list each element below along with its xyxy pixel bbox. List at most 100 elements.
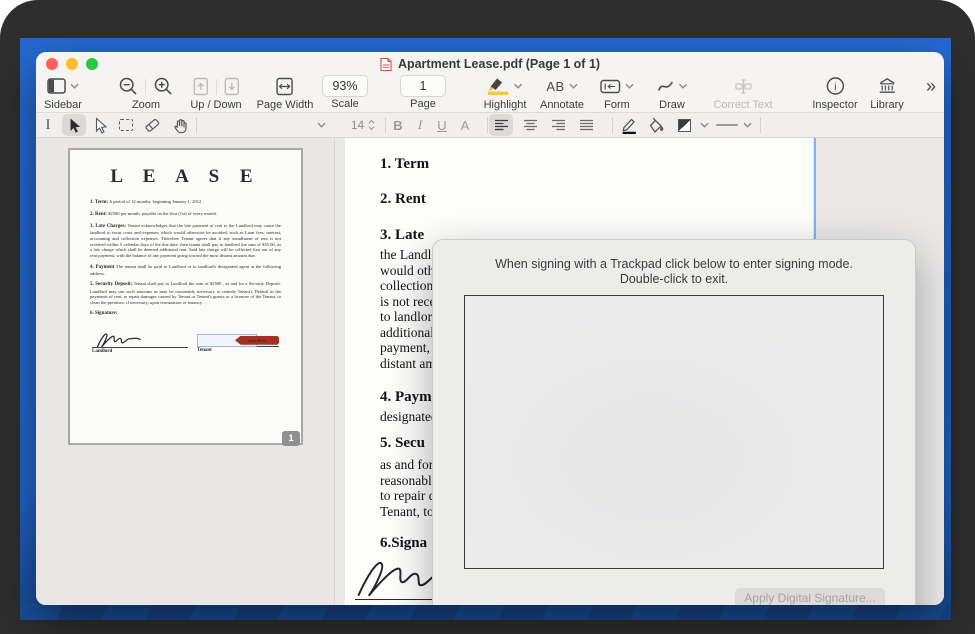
annotate-button[interactable]: AB Annotate xyxy=(540,74,584,111)
sidebar-label: Sidebar xyxy=(44,99,82,111)
thumb-tenant-field: Sign Here Tenant xyxy=(197,331,279,355)
scale-label: Scale xyxy=(322,98,368,110)
chevron-down-icon xyxy=(700,122,709,128)
align-right-icon xyxy=(551,119,566,131)
opacity-button[interactable] xyxy=(672,114,696,136)
correct-text-button[interactable]: Correct Text xyxy=(713,74,772,111)
correct-text-label: Correct Text xyxy=(713,99,772,111)
zoom-out-icon[interactable] xyxy=(118,76,139,97)
doc-heading-signature: 6.Signa xyxy=(380,535,427,552)
info-circle-icon: i xyxy=(825,76,845,96)
doc-line: is not rece xyxy=(380,294,435,310)
doc-heading-late: 3. Late xyxy=(380,227,424,244)
trackpad-signing-area[interactable] xyxy=(464,295,884,569)
thumb-sign-here-tag: Sign Here xyxy=(235,336,279,345)
thumb-item-3: 3. Late Charges: Tenant acknowledges tha… xyxy=(90,223,281,259)
doc-line: additional xyxy=(380,325,434,341)
zoom-group: Zoom xyxy=(118,74,174,111)
select-tool[interactable] xyxy=(62,114,86,136)
page-thumbnail[interactable]: L E A S E 1. Term: A period of 12 months… xyxy=(68,148,303,445)
stroke-style-dropdown[interactable] xyxy=(695,114,713,136)
italic-button[interactable]: I xyxy=(408,114,432,136)
signature-dialog: When signing with a Trackpad click below… xyxy=(432,239,916,605)
thumb-landlord-signature: Landlord xyxy=(92,331,188,355)
correct-text-icon xyxy=(733,78,753,95)
underline-button[interactable]: U xyxy=(430,114,454,136)
text-cursor-tool[interactable]: I xyxy=(36,114,60,136)
scale-field[interactable]: 93% xyxy=(322,75,368,97)
landlord-label: Landlord xyxy=(356,602,409,606)
thumbnail-sidebar: L E A S E 1. Term: A period of 12 months… xyxy=(36,138,335,605)
draw-label: Draw xyxy=(657,99,688,111)
eraser-tool[interactable] xyxy=(140,114,164,136)
highlighter-icon xyxy=(487,76,510,96)
thumb-page-number-badge: 1 xyxy=(282,431,300,446)
stepper-arrows-icon xyxy=(368,119,375,131)
form-label: Form xyxy=(600,99,634,111)
draw-button[interactable]: Draw xyxy=(657,74,688,111)
annotate-ab-icon: AB xyxy=(546,79,564,94)
zoom-in-icon[interactable] xyxy=(153,76,174,97)
hand-icon xyxy=(172,117,189,134)
inspector-button[interactable]: i Inspector xyxy=(812,74,857,111)
line-weight-icon xyxy=(716,124,738,127)
inspector-label: Inspector xyxy=(812,99,857,111)
page-width-label: Page Width xyxy=(257,99,314,111)
form-button[interactable]: Form xyxy=(600,74,634,111)
doc-line: to repair d xyxy=(380,488,435,504)
underline-icon: U xyxy=(437,118,446,133)
page-down-icon[interactable] xyxy=(223,77,240,96)
text-color-button[interactable]: A xyxy=(453,114,477,136)
highlight-button[interactable]: Highlight xyxy=(484,74,527,111)
italic-icon: I xyxy=(418,117,422,133)
doc-line: the Landlo xyxy=(380,247,438,263)
font-family-dropdown[interactable] xyxy=(309,114,333,136)
app-window: Apartment Lease.pdf (Page 1 of 1) Sideba… xyxy=(36,52,944,605)
page-control: 1 Page xyxy=(400,74,446,110)
align-left-icon xyxy=(494,119,509,131)
marquee-icon xyxy=(119,119,133,131)
library-building-icon xyxy=(877,77,897,95)
doc-heading-payment: 4. Paym xyxy=(380,389,432,406)
font-size-stepper[interactable]: 14 xyxy=(344,114,382,136)
window-title: Apartment Lease.pdf (Page 1 of 1) xyxy=(398,57,600,71)
align-center-button[interactable] xyxy=(518,114,542,136)
library-button[interactable]: Library xyxy=(870,74,904,111)
page-field[interactable]: 1 xyxy=(400,75,446,97)
align-justify-icon xyxy=(579,119,594,131)
stroke-width-dropdown[interactable] xyxy=(738,114,756,136)
thumb-item-4: 4. Payment The tenant shall be paid to L… xyxy=(90,264,281,277)
doc-line: Tenant, to xyxy=(380,504,434,520)
pencil-stroke-icon xyxy=(620,116,638,134)
page-up-icon[interactable] xyxy=(192,77,209,96)
doc-line: distant am xyxy=(380,356,436,372)
apply-digital-signature-button[interactable]: Apply Digital Signature... xyxy=(735,588,885,605)
page-width-button[interactable]: Page Width xyxy=(257,74,314,111)
page-label: Page xyxy=(400,98,446,110)
chevron-down-icon xyxy=(70,83,79,89)
text-color-icon: A xyxy=(461,118,470,133)
marquee-select-tool[interactable] xyxy=(114,114,138,136)
thumbnail-page: L E A S E 1. Term: A period of 12 months… xyxy=(70,150,301,443)
align-center-icon xyxy=(523,119,538,131)
form-field-icon xyxy=(600,79,621,94)
sidebar-button[interactable]: Sidebar xyxy=(44,74,82,111)
sidebar-icon xyxy=(47,78,66,94)
align-right-button[interactable] xyxy=(546,114,570,136)
chevron-down-icon xyxy=(569,83,578,89)
hand-tool[interactable] xyxy=(168,114,192,136)
stroke-color-button[interactable] xyxy=(617,114,641,136)
deselect-tool[interactable] xyxy=(88,114,112,136)
align-left-button[interactable] xyxy=(489,114,513,136)
main-toolbar: Sidebar Zoom Up / Down Page Width 9 xyxy=(36,74,944,112)
annotate-label: Annotate xyxy=(540,99,584,111)
align-justify-button[interactable] xyxy=(574,114,598,136)
thumb-signature-row: Landlord Sign Here Tenant xyxy=(90,331,281,355)
pdf-file-icon xyxy=(380,57,392,72)
zoom-label: Zoom xyxy=(118,99,174,111)
dialog-instruction-2: Double-click to exit. xyxy=(433,272,915,286)
toolbar-overflow-button[interactable]: » xyxy=(926,74,936,98)
bold-button[interactable]: B xyxy=(386,114,410,136)
double-chevron-icon: » xyxy=(926,75,936,97)
fill-color-button[interactable] xyxy=(643,114,667,136)
